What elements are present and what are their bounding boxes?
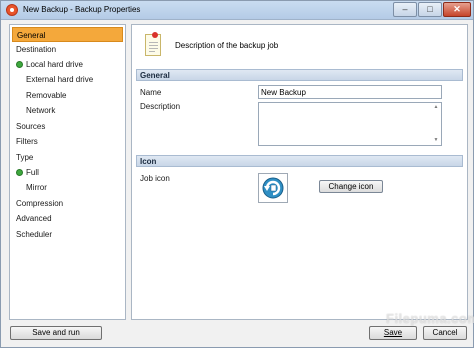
icon-section-header: Icon <box>136 155 463 167</box>
icon-section-title: Icon <box>140 157 157 166</box>
sidebar-item-label: Mirror <box>26 183 47 192</box>
sidebar-item-network[interactable]: Network <box>12 103 123 118</box>
panel-header-description: Description of the backup job <box>175 41 279 50</box>
sidebar-item-local-hard-drive[interactable]: Local hard drive <box>12 57 123 72</box>
sidebar-item-label: Full <box>26 168 39 177</box>
general-section-header: General <box>136 69 463 81</box>
name-field[interactable] <box>258 85 442 99</box>
backup-job-document-icon <box>143 32 163 60</box>
title-bar: New Backup - Backup Properties – □ ✕ <box>1 1 473 20</box>
general-section-title: General <box>140 71 170 80</box>
sidebar-item-label: Sources <box>16 122 46 131</box>
close-button[interactable]: ✕ <box>443 2 471 17</box>
maximize-button[interactable]: □ <box>418 2 442 17</box>
sidebar-item-label: External hard drive <box>26 75 94 84</box>
save-button[interactable]: Save <box>369 326 417 340</box>
sidebar-item-destination[interactable]: Destination <box>12 42 123 57</box>
sidebar-item-label: Compression <box>16 199 64 208</box>
backup-refresh-icon <box>262 177 284 199</box>
watermark-text: Filepuma.com <box>386 311 474 326</box>
save-and-run-button[interactable]: Save and run <box>10 326 102 340</box>
description-label: Description <box>140 102 181 111</box>
green-bullet-icon <box>16 61 23 68</box>
sidebar-item-type[interactable]: Type <box>12 150 123 165</box>
sidebar-item-full[interactable]: Full <box>12 165 123 180</box>
cancel-button[interactable]: Cancel <box>423 326 467 340</box>
sidebar-item-label: Type <box>16 153 34 162</box>
sidebar-item-general[interactable]: General <box>12 27 123 42</box>
backup-properties-window: New Backup - Backup Properties – □ ✕ Gen… <box>0 0 474 348</box>
sidebar-item-sources[interactable]: Sources <box>12 119 123 134</box>
panel-header: Description of the backup job <box>133 26 466 66</box>
name-label: Name <box>140 88 162 97</box>
minimize-button[interactable]: – <box>393 2 417 17</box>
sidebar-item-label: Network <box>26 106 56 115</box>
save-button-label: Save <box>383 328 403 337</box>
sidebar-item-removable[interactable]: Removable <box>12 88 123 103</box>
sidebar-item-scheduler[interactable]: Scheduler <box>12 227 123 242</box>
sidebar-item-compression[interactable]: Compression <box>12 196 123 211</box>
change-icon-button[interactable]: Change icon <box>319 180 383 193</box>
sidebar-item-advanced[interactable]: Advanced <box>12 211 123 226</box>
job-icon-label: Job icon <box>140 174 170 183</box>
change-icon-button-label: Change icon <box>328 182 374 191</box>
sidebar-item-label: Filters <box>16 137 38 146</box>
sidebar-item-label: Local hard drive <box>26 60 83 69</box>
app-icon <box>6 4 18 16</box>
green-bullet-icon <box>16 169 23 176</box>
scroll-up-icon[interactable]: ▲ <box>432 104 440 111</box>
scroll-down-icon[interactable]: ▼ <box>432 137 440 144</box>
window-title: New Backup - Backup Properties <box>23 5 141 14</box>
job-icon-preview <box>258 173 288 203</box>
sidebar-item-label: Destination <box>16 45 57 54</box>
sidebar-item-mirror[interactable]: Mirror <box>12 180 123 195</box>
sidebar-item-external-hard-drive[interactable]: External hard drive <box>12 72 123 87</box>
sidebar-nav: General Destination Local hard drive Ext… <box>9 24 126 320</box>
sidebar-item-label: General <box>17 31 46 40</box>
description-field[interactable]: ▲ ▼ <box>258 102 442 146</box>
sidebar-item-filters[interactable]: Filters <box>12 134 123 149</box>
sidebar-item-label: Advanced <box>16 214 52 223</box>
sidebar-item-label: Scheduler <box>16 230 53 239</box>
properties-panel: Description of the backup job General Na… <box>131 24 468 320</box>
sidebar-item-label: Removable <box>26 91 67 100</box>
